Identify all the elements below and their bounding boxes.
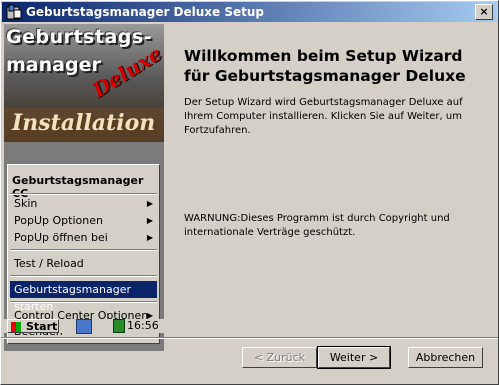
banner-title-line1: Geburtstags- [6, 26, 153, 48]
windows-logo-icon [11, 322, 21, 332]
menu-item-label: PopUp Optionen [14, 214, 103, 227]
taskbar-clock: 16:56 [127, 319, 159, 332]
menu-item-skin[interactable]: Skin ▶ [10, 195, 157, 212]
banner-title-line2: manager [6, 54, 101, 76]
start-label: Start [26, 320, 58, 333]
next-button[interactable]: Weiter > [317, 346, 391, 369]
welcome-intro-text: Der Setup Wizard wird Geburtstagsmanager… [184, 97, 463, 136]
welcome-heading: Willkommen beim Setup Wizard für Geburts… [184, 47, 466, 85]
menu-separator [10, 275, 157, 277]
close-button[interactable]: × [475, 4, 493, 20]
menu-item-label: PopUp öffnen bei [14, 231, 108, 244]
menu-item-popup-optionen[interactable]: PopUp Optionen ▶ [10, 212, 157, 229]
footer-divider [1, 337, 498, 339]
quicklaunch-icon[interactable] [76, 319, 92, 334]
menu-item-popup-oeffnen-bei[interactable]: PopUp öffnen bei ▶ [10, 229, 157, 246]
menu-item-label: Skin [14, 197, 38, 210]
tray-app-icon[interactable] [113, 319, 125, 333]
setup-app-icon [6, 4, 22, 20]
menu-separator [10, 249, 157, 251]
welcome-content: Willkommen beim Setup Wizard für Geburts… [184, 46, 484, 138]
start-button[interactable]: Start [7, 319, 59, 333]
cancel-button[interactable]: Abbrechen [408, 347, 483, 368]
back-button[interactable]: < Zurück [242, 347, 317, 368]
menu-item-test-reload[interactable]: Test / Reload [10, 255, 157, 272]
window-title: Geburtstagsmanager Deluxe Setup [26, 5, 265, 19]
menu-item-label: Test / Reload [14, 257, 84, 270]
menu-separator [10, 301, 157, 303]
setup-window: Geburtstagsmanager Deluxe Setup × Geburt… [0, 0, 499, 385]
context-menu: Geburtstagsmanager CC Skin ▶ PopUp Optio… [7, 164, 160, 344]
taskbar: Start 16:56 [4, 319, 164, 334]
side-panel: Geburtstags- manager Deluxe Installation… [4, 24, 164, 351]
submenu-arrow-icon: ▶ [146, 216, 153, 225]
banner-installation-label: Installation [12, 110, 156, 136]
menu-item-starten[interactable]: Geburtstagsmanager starten [10, 281, 157, 313]
installer-banner-image: Geburtstags- manager Deluxe Installation [4, 24, 164, 142]
submenu-arrow-icon: ▶ [146, 233, 153, 242]
submenu-arrow-icon: ▶ [146, 199, 153, 208]
title-bar[interactable]: Geburtstagsmanager Deluxe Setup × [2, 2, 497, 22]
copyright-warning: WARNUNG:Dieses Programm ist durch Copyri… [184, 213, 450, 238]
